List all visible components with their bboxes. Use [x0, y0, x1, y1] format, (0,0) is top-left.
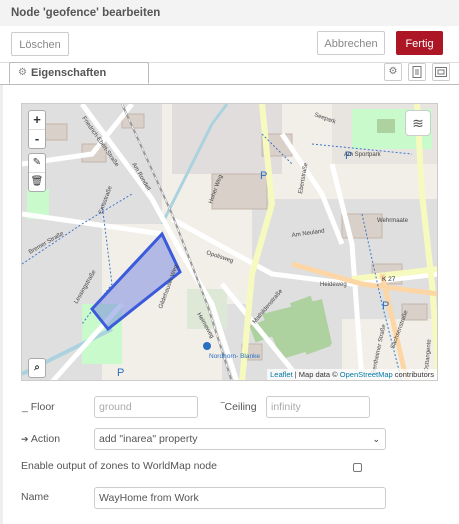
- zoom-out-button[interactable]: -: [29, 130, 45, 148]
- map-view[interactable]: P P P P Seepark Am Sportpark Wehrmaate K…: [21, 103, 438, 381]
- appearance-icon[interactable]: [432, 63, 450, 81]
- tab-bar: ⚙ Eigenschaften ⚙: [0, 62, 459, 85]
- description-icon[interactable]: [408, 63, 426, 81]
- tab-properties[interactable]: ⚙ Eigenschaften: [9, 62, 149, 84]
- layers-icon[interactable]: ≋: [405, 110, 431, 136]
- cancel-button[interactable]: Abbrechen: [317, 31, 385, 55]
- action-label-wrap: ➔ Action: [21, 433, 60, 445]
- search-control: ⌕: [28, 358, 46, 378]
- svg-text:P: P: [260, 170, 267, 182]
- map-label: Nordhorn- Blanke: [209, 353, 260, 360]
- map-label: Am Sportpark: [344, 152, 382, 158]
- worldmap-label: Enable output of zones to WorldMap node: [21, 460, 217, 472]
- name-label: Name: [21, 491, 50, 503]
- map-label: Wehrmaate: [377, 218, 409, 224]
- done-button[interactable]: Fertig: [396, 31, 443, 55]
- panel-edge: [0, 85, 3, 524]
- tray-toolbar: Löschen Abbrechen Fertig: [0, 26, 459, 63]
- svg-text:P: P: [117, 367, 124, 379]
- name-input[interactable]: WayHome from Work: [94, 487, 386, 509]
- chevron-down-icon: ⌄: [372, 434, 380, 444]
- gear-icon: ⚙: [18, 67, 27, 78]
- zoom-in-button[interactable]: +: [29, 111, 45, 130]
- edit-layer-icon[interactable]: ✎: [29, 154, 45, 173]
- action-label: Action: [30, 433, 61, 445]
- map-label: Heideweg: [320, 282, 347, 288]
- map-tiles[interactable]: P P P P Seepark Am Sportpark Wehrmaate K…: [22, 104, 438, 381]
- ceiling-input[interactable]: [266, 396, 370, 418]
- map-attribution: Leaflet | Map data © OpenStreetMap contr…: [267, 369, 437, 380]
- attribution-contributors: contributors: [392, 370, 434, 379]
- worldmap-checkbox[interactable]: [353, 463, 362, 472]
- tray-title: Node 'geofence' bearbeiten: [11, 7, 161, 19]
- zoom-control: + -: [28, 110, 46, 149]
- delete-button[interactable]: Löschen: [11, 32, 69, 56]
- properties-panel: P P P P Seepark Am Sportpark Wehrmaate K…: [0, 85, 459, 524]
- floor-input[interactable]: [94, 396, 198, 418]
- delete-layer-icon[interactable]: 🗑: [29, 173, 45, 191]
- action-select-value: add "inarea" property: [99, 433, 198, 445]
- map-label: K 27: [382, 276, 396, 283]
- attribution-text: | Map data ©: [292, 370, 340, 379]
- floor-label: _ Floor: [22, 401, 55, 413]
- sign-in-icon: ➔: [21, 434, 29, 444]
- search-icon[interactable]: ⌕: [29, 359, 45, 377]
- svg-text:P: P: [382, 300, 389, 312]
- tab-properties-label: Eigenschaften: [31, 67, 107, 79]
- leaflet-link[interactable]: Leaflet: [270, 370, 293, 379]
- ceiling-label: ‾Ceiling: [221, 401, 257, 413]
- draw-toolbar: ✎ 🗑: [28, 153, 46, 192]
- settings-gear-icon[interactable]: ⚙: [384, 63, 402, 81]
- tray-header: Node 'geofence' bearbeiten: [0, 0, 459, 27]
- action-select[interactable]: add "inarea" property ⌄: [94, 428, 386, 450]
- osm-link[interactable]: OpenStreetMap: [340, 370, 393, 379]
